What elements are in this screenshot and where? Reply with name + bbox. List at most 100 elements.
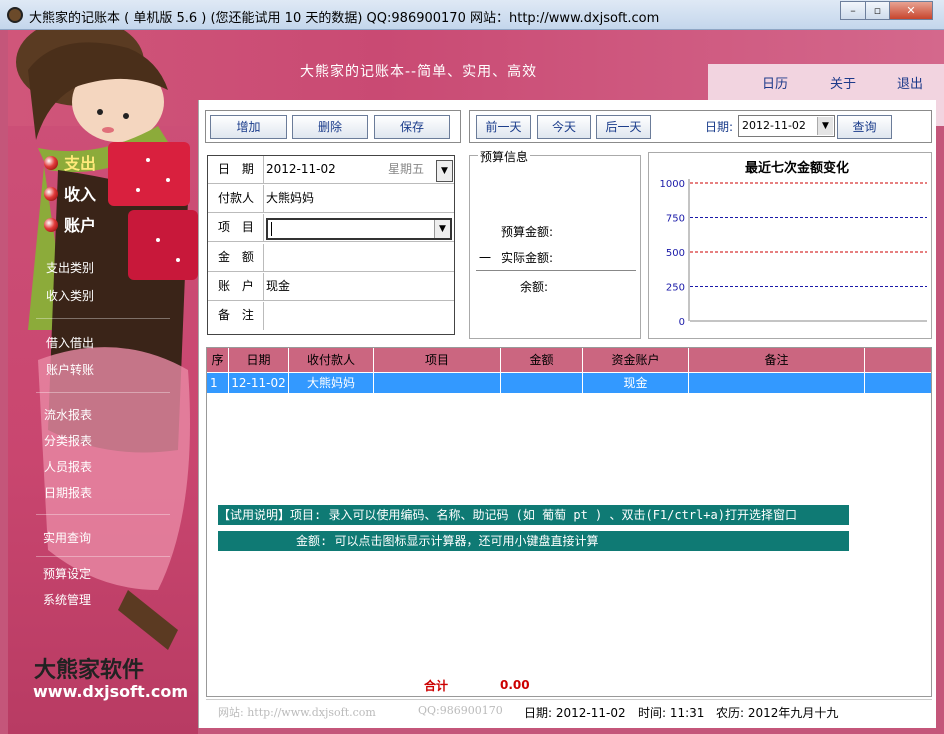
nav-flow-report[interactable]: 流水报表 xyxy=(44,406,92,423)
weekday-text: 星期五 xyxy=(388,162,425,176)
nav-calendar[interactable]: 日历 xyxy=(762,73,788,92)
total-label: 合计 xyxy=(424,679,449,693)
sidebar-divider xyxy=(36,556,170,557)
nav-borrow-lend[interactable]: 借入借出 xyxy=(46,334,94,351)
sidebar-divider xyxy=(36,318,170,319)
prev-day-button[interactable]: 前一天 xyxy=(476,115,531,139)
payer-field[interactable]: 大熊妈妈 xyxy=(266,185,314,213)
col-item[interactable]: 项目 xyxy=(374,348,501,372)
account-field[interactable]: 现金 xyxy=(266,273,290,301)
form-row-amount: 金 额 xyxy=(208,244,454,272)
status-time: 时间: 11:31 xyxy=(638,706,705,720)
today-button[interactable]: 今天 xyxy=(537,115,591,139)
next-day-button[interactable]: 后一天 xyxy=(596,115,651,139)
nav-income-category[interactable]: 收入类别 xyxy=(46,287,94,304)
y-tick-label: 500 xyxy=(666,248,685,259)
account-field-label: 账 户 xyxy=(208,273,264,301)
balance-label: 余额: xyxy=(520,280,549,294)
nav-date-report[interactable]: 日期报表 xyxy=(44,484,92,501)
item-select[interactable]: ▼ xyxy=(266,218,452,240)
status-qq: QQ:986900170 xyxy=(418,704,503,717)
cell-amount xyxy=(501,373,583,393)
nav-income-label: 收入 xyxy=(64,185,97,204)
status-lunar: 农历: 2012年九月十九 xyxy=(716,706,839,720)
query-button[interactable]: 查询 xyxy=(837,115,892,139)
nav-expense[interactable]: 支出 xyxy=(44,150,96,174)
minimize-button[interactable]: – xyxy=(840,1,866,20)
chevron-down-icon[interactable]: ▼ xyxy=(817,117,833,135)
sidebar-divider xyxy=(36,514,170,515)
cell-date: 12-11-02 xyxy=(229,373,289,393)
nav-person-report[interactable]: 人员报表 xyxy=(44,458,92,475)
red-ball-icon xyxy=(44,156,58,170)
status-site: 网站: http://www.dxjsoft.com xyxy=(218,706,376,719)
y-tick-label: 250 xyxy=(666,283,685,294)
nav-expense-label: 支出 xyxy=(64,154,97,173)
date-label: 日期: xyxy=(705,120,734,134)
y-tick-label: 0 xyxy=(679,317,685,328)
date-field-value: 2012-11-02 xyxy=(266,162,336,176)
chart-title: 最近七次金额变化 xyxy=(745,160,849,176)
cell-account: 现金 xyxy=(583,373,689,393)
cell-note xyxy=(689,373,865,393)
date-picker-value: 2012-11-02 xyxy=(742,119,806,132)
add-button[interactable]: 增加 xyxy=(210,115,287,139)
form-row-item: 项 目 ▼ xyxy=(208,214,454,242)
cell-index: 1 xyxy=(207,373,229,393)
header-slogan: 大熊家的记账本--简单、实用、高效 xyxy=(300,64,538,80)
form-row-date: 日 期 2012-11-02 星期五 ▼ xyxy=(208,156,454,184)
chart-panel: 最近七次金额变化 1000 750 500 250 0 xyxy=(648,152,932,339)
red-ball-icon xyxy=(44,218,58,232)
col-date[interactable]: 日期 xyxy=(229,348,289,372)
nav-income[interactable]: 收入 xyxy=(44,181,96,205)
date-field-label: 日 期 xyxy=(208,156,264,184)
form-row-account: 账 户 现金 xyxy=(208,273,454,301)
maximize-button[interactable]: ▫ xyxy=(865,1,890,20)
col-amount[interactable]: 金额 xyxy=(501,348,583,372)
delete-button[interactable]: 删除 xyxy=(292,115,368,139)
col-note[interactable]: 备注 xyxy=(689,348,865,372)
title-bar: 大熊家的记账本 ( 单机版 5.6 ) (您还能试用 10 天的数据) QQ:9… xyxy=(0,0,944,30)
chart-svg: 最近七次金额变化 1000 750 500 250 0 xyxy=(660,160,927,328)
date-field[interactable]: 2012-11-02 星期五 ▼ xyxy=(266,156,456,184)
nav-utility-query[interactable]: 实用查询 xyxy=(43,529,91,546)
total-value: 0.00 xyxy=(500,678,530,692)
payer-field-label: 付款人 xyxy=(208,185,264,213)
entry-form: 日 期 2012-11-02 星期五 ▼ 付款人 大熊妈妈 项 目 ▼ 金 额 … xyxy=(207,155,455,335)
table-header: 序 日期 收付款人 项目 金额 资金账户 备注 xyxy=(207,348,931,372)
col-index[interactable]: 序 xyxy=(207,348,229,372)
text-cursor xyxy=(271,222,272,236)
sidebar-divider xyxy=(36,392,170,393)
nav-transfer[interactable]: 账户转账 xyxy=(46,361,94,378)
form-row-payer: 付款人 大熊妈妈 xyxy=(208,185,454,213)
close-button[interactable]: ✕ xyxy=(889,1,933,20)
nav-about[interactable]: 关于 xyxy=(830,73,856,92)
table-row[interactable]: 1 12-11-02 大熊妈妈 现金 xyxy=(207,373,931,393)
nav-account-label: 账户 xyxy=(64,216,97,235)
nav-exit[interactable]: 退出 xyxy=(897,73,923,92)
nav-expense-category[interactable]: 支出类别 xyxy=(46,259,94,276)
trial-tip-item: 【试用说明】项目: 录入可以使用编码、名称、助记码 (如 葡萄 pt ) 、双击… xyxy=(218,505,849,525)
nav-budget-setting[interactable]: 预算设定 xyxy=(43,565,91,582)
sidebar xyxy=(8,126,198,734)
item-field-label: 项 目 xyxy=(208,214,264,242)
y-tick-label: 750 xyxy=(666,214,685,225)
budget-legend: 预算信息 xyxy=(478,148,531,165)
save-button[interactable]: 保存 xyxy=(374,115,450,139)
date-picker[interactable]: 2012-11-02 ▼ xyxy=(738,115,835,137)
form-row-note: 备 注 xyxy=(208,302,454,330)
cell-item xyxy=(374,373,501,393)
chevron-down-icon[interactable]: ▼ xyxy=(436,160,453,182)
col-payer[interactable]: 收付款人 xyxy=(289,348,374,372)
window-title: 大熊家的记账本 ( 单机版 5.6 ) (您还能试用 10 天的数据) QQ:9… xyxy=(29,11,660,26)
trial-tip-amount: 金额: 可以点击图标显示计算器，还可用小键盘直接计算 xyxy=(218,531,849,551)
col-account[interactable]: 资金账户 xyxy=(583,348,689,372)
nav-category-report[interactable]: 分类报表 xyxy=(44,432,92,449)
cell-payer: 大熊妈妈 xyxy=(289,373,374,393)
nav-account[interactable]: 账户 xyxy=(44,212,96,236)
chevron-down-icon[interactable]: ▼ xyxy=(434,220,450,238)
note-field-label: 备 注 xyxy=(208,302,264,330)
budget-amount-label: 预算金额: xyxy=(501,225,554,239)
nav-system-admin[interactable]: 系统管理 xyxy=(43,591,91,608)
minus-sign: 一 xyxy=(479,251,492,265)
